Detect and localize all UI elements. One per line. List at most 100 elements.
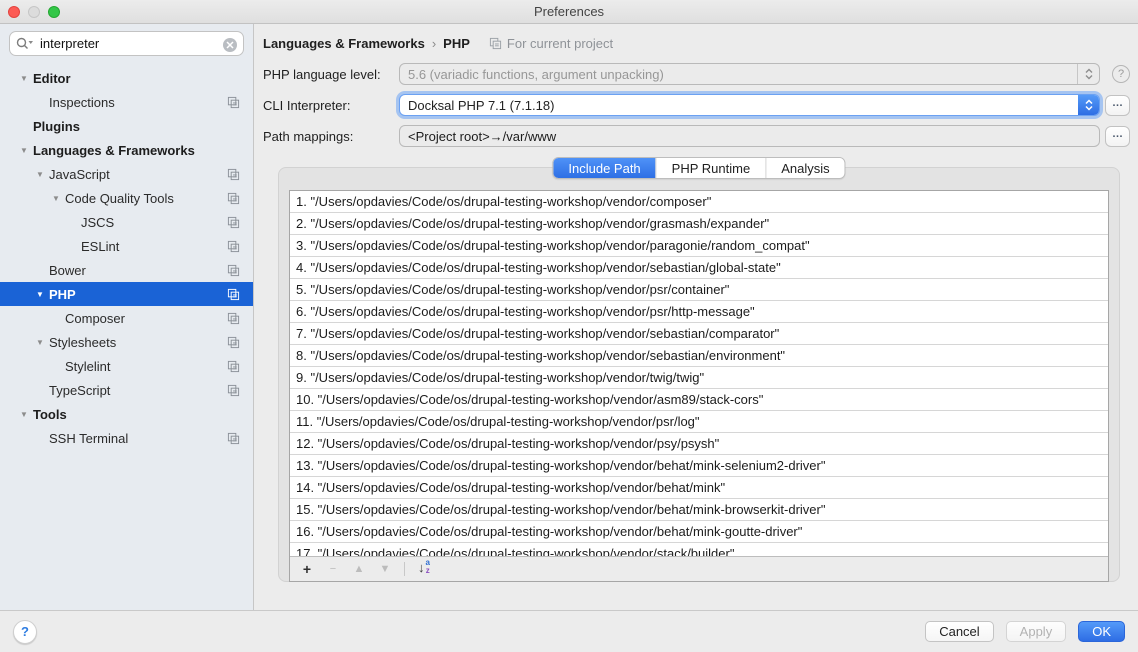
include-path-row[interactable]: 13. "/Users/opdavies/Code/os/drupal-test… xyxy=(290,455,1108,477)
path-mappings-field[interactable]: <Project root>→/var/www xyxy=(399,125,1100,147)
sidebar-item-stylelint[interactable]: ▼ Stylelint xyxy=(0,354,253,378)
sidebar-item-php[interactable]: ▼ PHP xyxy=(0,282,253,306)
move-down-button[interactable]: ▼ xyxy=(374,559,396,579)
apply-button[interactable]: Apply xyxy=(1006,621,1067,642)
help-button[interactable]: ? xyxy=(13,620,37,644)
per-project-settings-icon xyxy=(227,240,240,253)
per-project-settings-icon xyxy=(227,96,240,109)
include-path-text: 6. "/Users/opdavies/Code/os/drupal-testi… xyxy=(296,304,755,319)
chevron-down-icon[interactable]: ▼ xyxy=(31,338,49,347)
breadcrumb-parent[interactable]: Languages & Frameworks xyxy=(263,36,425,51)
per-project-settings-icon xyxy=(227,168,240,181)
include-path-row[interactable]: 6. "/Users/opdavies/Code/os/drupal-testi… xyxy=(290,301,1108,323)
include-path-row[interactable]: 10. "/Users/opdavies/Code/os/drupal-test… xyxy=(290,389,1108,411)
tab-include-path[interactable]: Include Path xyxy=(553,158,655,178)
sidebar-item-languages-frameworks[interactable]: ▼ Languages & Frameworks xyxy=(0,138,253,162)
stepper-icon xyxy=(1077,64,1099,84)
include-path-text: 2. "/Users/opdavies/Code/os/drupal-testi… xyxy=(296,216,769,231)
include-path-text: 9. "/Users/opdavies/Code/os/drupal-testi… xyxy=(296,370,704,385)
include-path-row[interactable]: 16. "/Users/opdavies/Code/os/drupal-test… xyxy=(290,521,1108,543)
sidebar-item-inspections[interactable]: ▼ Inspections xyxy=(0,90,253,114)
include-path-row[interactable]: 2. "/Users/opdavies/Code/os/drupal-testi… xyxy=(290,213,1108,235)
per-project-settings-icon xyxy=(489,37,502,50)
tab-analysis[interactable]: Analysis xyxy=(765,158,844,178)
include-path-text: 15. "/Users/opdavies/Code/os/drupal-test… xyxy=(296,502,825,517)
include-path-row[interactable]: 7. "/Users/opdavies/Code/os/drupal-testi… xyxy=(290,323,1108,345)
include-path-row[interactable]: 4. "/Users/opdavies/Code/os/drupal-testi… xyxy=(290,257,1108,279)
path-mappings-browse-button[interactable]: … xyxy=(1105,126,1130,147)
scope-indicator: For current project xyxy=(489,36,613,51)
chevron-down-icon[interactable]: ▼ xyxy=(15,74,33,83)
sidebar-item-label: JavaScript xyxy=(49,167,227,182)
include-path-text: 16. "/Users/opdavies/Code/os/drupal-test… xyxy=(296,524,802,539)
chevron-down-icon[interactable]: ▼ xyxy=(15,410,33,419)
chevron-down-icon[interactable]: ▼ xyxy=(31,290,49,299)
remove-path-button[interactable]: − xyxy=(322,559,344,579)
breadcrumb-separator-icon: › xyxy=(432,36,436,51)
language-level-help-icon[interactable]: ? xyxy=(1112,65,1130,83)
include-path-row[interactable]: 11. "/Users/opdavies/Code/os/drupal-test… xyxy=(290,411,1108,433)
add-path-button[interactable]: + xyxy=(296,559,318,579)
sidebar-item-label: Editor xyxy=(33,71,227,86)
cli-interpreter-browse-button[interactable]: … xyxy=(1105,95,1130,116)
include-path-row[interactable]: 14. "/Users/opdavies/Code/os/drupal-test… xyxy=(290,477,1108,499)
sidebar-item-eslint[interactable]: ▼ ESLint xyxy=(0,234,253,258)
include-path-text: 8. "/Users/opdavies/Code/os/drupal-testi… xyxy=(296,348,785,363)
include-path-row[interactable]: 5. "/Users/opdavies/Code/os/drupal-testi… xyxy=(290,279,1108,301)
include-path-row[interactable]: 12. "/Users/opdavies/Code/os/drupal-test… xyxy=(290,433,1108,455)
move-up-button[interactable]: ▲ xyxy=(348,559,370,579)
cancel-button[interactable]: Cancel xyxy=(925,621,993,642)
sidebar-item-jscs[interactable]: ▼ JSCS xyxy=(0,210,253,234)
sidebar-item-stylesheets[interactable]: ▼ Stylesheets xyxy=(0,330,253,354)
sidebar-item-code-quality-tools[interactable]: ▼ Code Quality Tools xyxy=(0,186,253,210)
chevron-down-icon[interactable]: ▼ xyxy=(15,146,33,155)
cli-interpreter-label: CLI Interpreter: xyxy=(263,98,399,113)
per-project-settings-icon xyxy=(227,336,240,349)
sidebar-item-label: Code Quality Tools xyxy=(65,191,227,206)
per-project-settings-icon xyxy=(227,360,240,373)
per-project-settings-icon xyxy=(227,432,240,445)
sidebar-item-bower[interactable]: ▼ Bower xyxy=(0,258,253,282)
include-path-row[interactable]: 9. "/Users/opdavies/Code/os/drupal-testi… xyxy=(290,367,1108,389)
include-path-row[interactable]: 1. "/Users/opdavies/Code/os/drupal-testi… xyxy=(290,191,1108,213)
sidebar-item-plugins[interactable]: ▼ Plugins xyxy=(0,114,253,138)
chevron-down-icon[interactable]: ▼ xyxy=(47,194,65,203)
search-input[interactable] xyxy=(9,31,244,56)
sidebar-item-typescript[interactable]: ▼ TypeScript xyxy=(0,378,253,402)
settings-content: Languages & Frameworks › PHP For current… xyxy=(254,24,1138,610)
sidebar-item-label: ESLint xyxy=(81,239,227,254)
breadcrumb-current: PHP xyxy=(443,36,470,51)
include-path-row[interactable]: 17. "/Users/opdavies/Code/os/drupal-test… xyxy=(290,543,1108,556)
language-level-value: 5.6 (variadic functions, argument unpack… xyxy=(400,67,1077,82)
include-path-row[interactable]: 15. "/Users/opdavies/Code/os/drupal-test… xyxy=(290,499,1108,521)
zoom-window-button[interactable] xyxy=(48,6,60,18)
include-path-text: 10. "/Users/opdavies/Code/os/drupal-test… xyxy=(296,392,763,407)
language-level-label: PHP language level: xyxy=(263,67,399,82)
sidebar-item-javascript[interactable]: ▼ JavaScript xyxy=(0,162,253,186)
stepper-icon[interactable] xyxy=(1078,95,1099,115)
ok-button[interactable]: OK xyxy=(1078,621,1125,642)
sidebar-item-tools[interactable]: ▼ Tools xyxy=(0,402,253,426)
minimize-window-button[interactable] xyxy=(28,6,40,18)
include-path-row[interactable]: 3. "/Users/opdavies/Code/os/drupal-testi… xyxy=(290,235,1108,257)
close-window-button[interactable] xyxy=(8,6,20,18)
tab-php-runtime[interactable]: PHP Runtime xyxy=(656,158,766,178)
include-path-text: 1. "/Users/opdavies/Code/os/drupal-testi… xyxy=(296,194,711,209)
chevron-down-icon[interactable]: ▼ xyxy=(31,170,49,179)
include-path-row[interactable]: 8. "/Users/opdavies/Code/os/drupal-testi… xyxy=(290,345,1108,367)
sidebar-item-label: JSCS xyxy=(81,215,227,230)
include-path-panel: Include Path PHP Runtime Analysis 1. "/U… xyxy=(278,167,1120,582)
sidebar-item-label: Composer xyxy=(65,311,227,326)
settings-sidebar: ▼ Editor ▼ Inspections ▼ Plugins ▼ Langu… xyxy=(0,24,254,610)
language-level-select[interactable]: 5.6 (variadic functions, argument unpack… xyxy=(399,63,1100,85)
clear-search-icon[interactable] xyxy=(223,38,237,52)
sidebar-item-label: Plugins xyxy=(33,119,227,134)
sort-alphabetically-icon[interactable]: ↓ a z xyxy=(413,559,435,579)
sidebar-item-label: Bower xyxy=(49,263,227,278)
sidebar-item-ssh-terminal[interactable]: ▼ SSH Terminal xyxy=(0,426,253,450)
cli-interpreter-select[interactable]: Docksal PHP 7.1 (7.1.18) xyxy=(399,94,1100,116)
sidebar-item-editor[interactable]: ▼ Editor xyxy=(0,66,253,90)
include-path-text: 12. "/Users/opdavies/Code/os/drupal-test… xyxy=(296,436,719,451)
search-container xyxy=(0,24,253,60)
sidebar-item-composer[interactable]: ▼ Composer xyxy=(0,306,253,330)
